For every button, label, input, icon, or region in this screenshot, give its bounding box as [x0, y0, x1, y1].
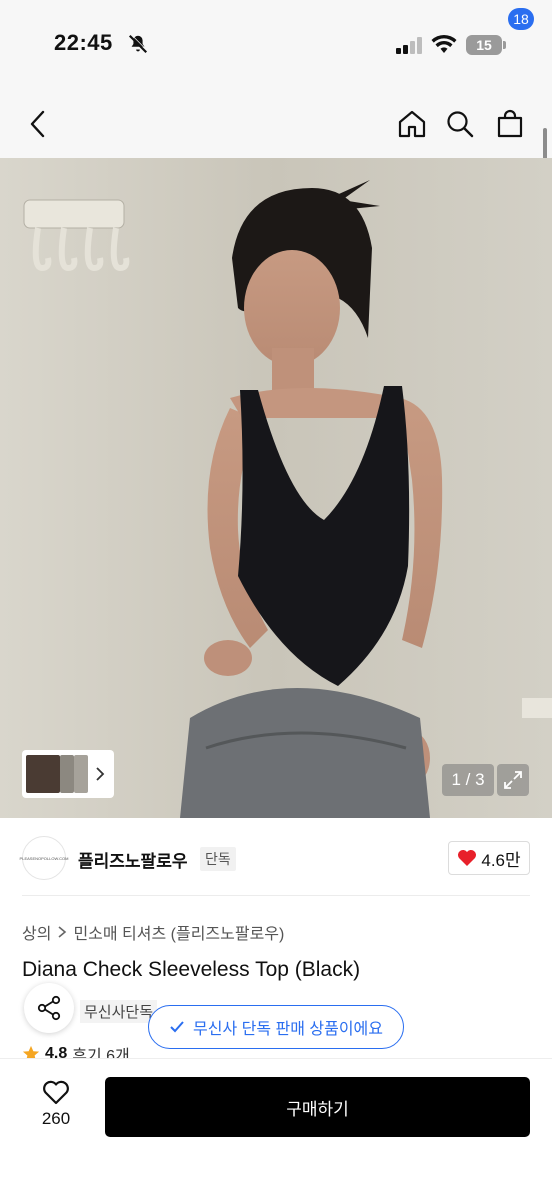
cart-button[interactable] [490, 104, 530, 144]
thumbnail-2[interactable] [60, 755, 74, 793]
brand-name[interactable]: 플리즈노팔로우 [78, 847, 187, 872]
search-button[interactable] [440, 104, 480, 144]
home-button[interactable] [392, 104, 432, 144]
exclusive-badge: 무신사단독 [80, 1000, 158, 1023]
breadcrumb-category[interactable]: 상의 [22, 920, 51, 944]
product-image-carousel[interactable]: 1 / 3 [0, 158, 552, 818]
back-button[interactable] [18, 104, 58, 144]
breadcrumb-subcategory[interactable]: 민소매 티셔츠 (플리즈노팔로우) [73, 920, 284, 944]
search-icon [447, 111, 474, 138]
product-like-button[interactable]: 260 [34, 1079, 78, 1129]
wifi-icon [431, 34, 457, 53]
top-nav-bar [0, 94, 552, 158]
brand-row: PLEASENOPOLLOW.COM 플리즈노팔로우 단독 4.6만 [19, 836, 530, 880]
expand-icon [504, 771, 522, 789]
page-counter: 1 / 3 [442, 764, 494, 796]
check-icon [170, 1021, 184, 1033]
status-time: 22:45 [54, 30, 113, 55]
brand-logo-text: PLEASENOPOLLOW.COM [19, 855, 69, 861]
chevron-right-icon [96, 767, 105, 781]
exclusive-tooltip: 무신사 단독 판매 상품이에요 [148, 1005, 404, 1049]
expand-button[interactable] [497, 764, 529, 796]
thumbnail-1[interactable] [26, 755, 60, 793]
chevron-right-icon [58, 926, 67, 938]
battery-cap [503, 41, 506, 49]
product-photo [0, 158, 552, 818]
thumbnail-strip[interactable] [22, 750, 114, 798]
cart-count-badge: 18 [508, 8, 534, 30]
share-button[interactable] [24, 983, 74, 1033]
heart-outline-icon [43, 1080, 69, 1105]
status-bar: 22:45 15 [0, 0, 552, 94]
share-icon [37, 995, 61, 1021]
shopping-bag-icon [497, 109, 523, 138]
thumbnail-3[interactable] [74, 755, 88, 793]
breadcrumb: 상의 민소매 티셔츠 (플리즈노팔로우) [22, 920, 284, 944]
battery-icon: 15 [466, 35, 502, 55]
brand-like-button[interactable]: 4.6만 [448, 841, 530, 875]
product-like-count: 260 [41, 1109, 71, 1128]
home-icon [398, 110, 426, 138]
bottom-action-bar: 260 구매하기 [0, 1058, 552, 1200]
brand-exclusive-tag: 단독 [200, 847, 236, 871]
product-title: Diana Check Sleeveless Top (Black) [22, 958, 361, 981]
back-chevron-icon [30, 110, 45, 138]
bell-slash-icon [128, 34, 148, 54]
brand-logo[interactable]: PLEASENOPOLLOW.COM [19, 836, 69, 880]
heart-filled-icon [458, 850, 477, 866]
divider [22, 895, 530, 896]
buy-button[interactable]: 구매하기 [105, 1077, 530, 1137]
signal-icon [396, 37, 422, 54]
brand-like-count: 4.6만 [481, 850, 521, 870]
tooltip-text: 무신사 단독 판매 상품이에요 [193, 1021, 383, 1038]
